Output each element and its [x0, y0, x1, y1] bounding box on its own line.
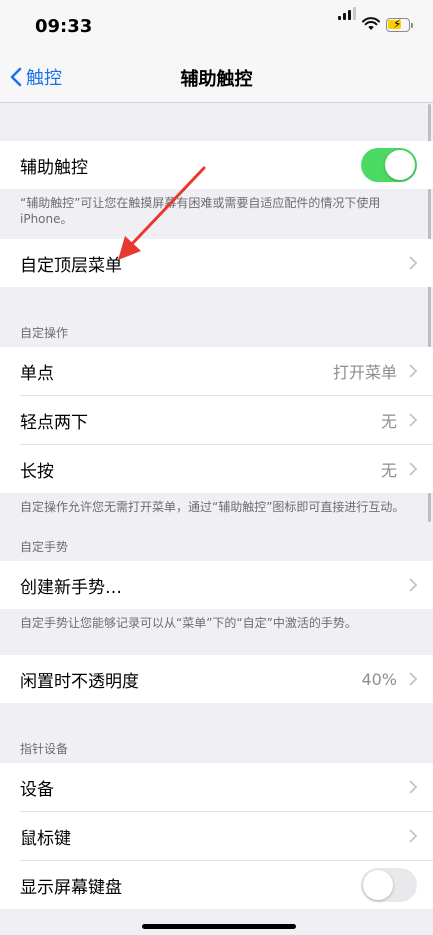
mouse-keys-row[interactable]: 鼠标键: [0, 812, 433, 860]
chevron-right-icon: [409, 462, 417, 476]
idle-opacity-group: 闲置时不透明度 40%: [0, 655, 433, 703]
home-indicator[interactable]: [142, 924, 296, 929]
customize-top-menu-label: 自定顶层菜单: [20, 255, 122, 276]
custom-gestures-group: 创建新手势…: [0, 561, 433, 609]
custom-gestures-footer: 自定手势让您能够记录可以从“菜单”下的“自定”中激活的手势。: [20, 616, 357, 630]
devices-row[interactable]: 设备: [0, 763, 433, 811]
assistive-touch-row: 辅助触控: [0, 141, 433, 189]
assistive-touch-footer: “辅助触控”可让您在触摸屏幕有困难或需要自适应配件的情况下使用iPhone。: [20, 196, 381, 226]
idle-opacity-value: 40%: [361, 669, 397, 689]
assistive-touch-label: 辅助触控: [20, 157, 88, 178]
chevron-right-icon: [409, 780, 417, 794]
custom-actions-footer: 自定操作允许您无需打开菜单，通过“辅助触控”图标即可直接进行互动。: [20, 500, 405, 514]
status-time: 09:33: [35, 16, 93, 37]
top-menu-group: 自定顶层菜单: [0, 239, 433, 287]
double-tap-label: 轻点两下: [20, 412, 88, 433]
chevron-right-icon: [409, 829, 417, 843]
settings-list: 辅助触控 “辅助触控”可让您在触摸屏幕有困难或需要自适应配件的情况下使用iPho…: [0, 103, 433, 909]
assistive-touch-toggle[interactable]: [361, 148, 417, 182]
devices-label: 设备: [20, 779, 54, 800]
custom-actions-group: 单点 打开菜单 轻点两下 无 长按 无: [0, 347, 433, 493]
onscreen-keyboard-toggle[interactable]: [361, 868, 417, 902]
custom-gestures-header: 自定手势: [20, 540, 69, 554]
chevron-right-icon: [409, 578, 417, 592]
idle-opacity-row[interactable]: 闲置时不透明度 40%: [0, 655, 433, 703]
single-tap-label: 单点: [20, 363, 54, 384]
long-press-value: 无: [380, 461, 397, 480]
status-bar: 09:33 ⚡: [0, 0, 433, 52]
assistive-touch-group: 辅助触控: [0, 141, 433, 189]
long-press-label: 长按: [20, 461, 54, 482]
pointer-devices-group: 设备 鼠标键 显示屏幕键盘: [0, 763, 433, 909]
chevron-right-icon: [409, 364, 417, 378]
wifi-icon: [362, 17, 380, 30]
customize-top-menu-row[interactable]: 自定顶层菜单: [0, 239, 433, 287]
onscreen-keyboard-label: 显示屏幕键盘: [20, 877, 122, 898]
single-tap-row[interactable]: 单点 打开菜单: [0, 347, 433, 395]
battery-cap: [411, 23, 413, 28]
mouse-keys-label: 鼠标键: [20, 828, 71, 849]
double-tap-row[interactable]: 轻点两下 无: [0, 396, 433, 444]
page-title: 辅助触控: [180, 69, 253, 90]
battery-charging-icon: ⚡: [386, 17, 410, 32]
chevron-right-icon: [409, 256, 417, 270]
navigation-bar: 触控 辅助触控: [0, 52, 433, 103]
long-press-row[interactable]: 长按 无: [0, 445, 433, 493]
custom-actions-header: 自定操作: [20, 326, 69, 340]
double-tap-value: 无: [380, 412, 397, 431]
create-gesture-row[interactable]: 创建新手势…: [0, 561, 433, 609]
pointer-devices-header: 指针设备: [20, 742, 69, 756]
create-gesture-label: 创建新手势…: [20, 577, 122, 598]
chevron-right-icon: [409, 672, 417, 686]
idle-opacity-label: 闲置时不透明度: [20, 671, 139, 692]
onscreen-keyboard-row: 显示屏幕键盘: [0, 861, 433, 909]
chevron-right-icon: [409, 413, 417, 427]
single-tap-value: 打开菜单: [332, 363, 397, 382]
